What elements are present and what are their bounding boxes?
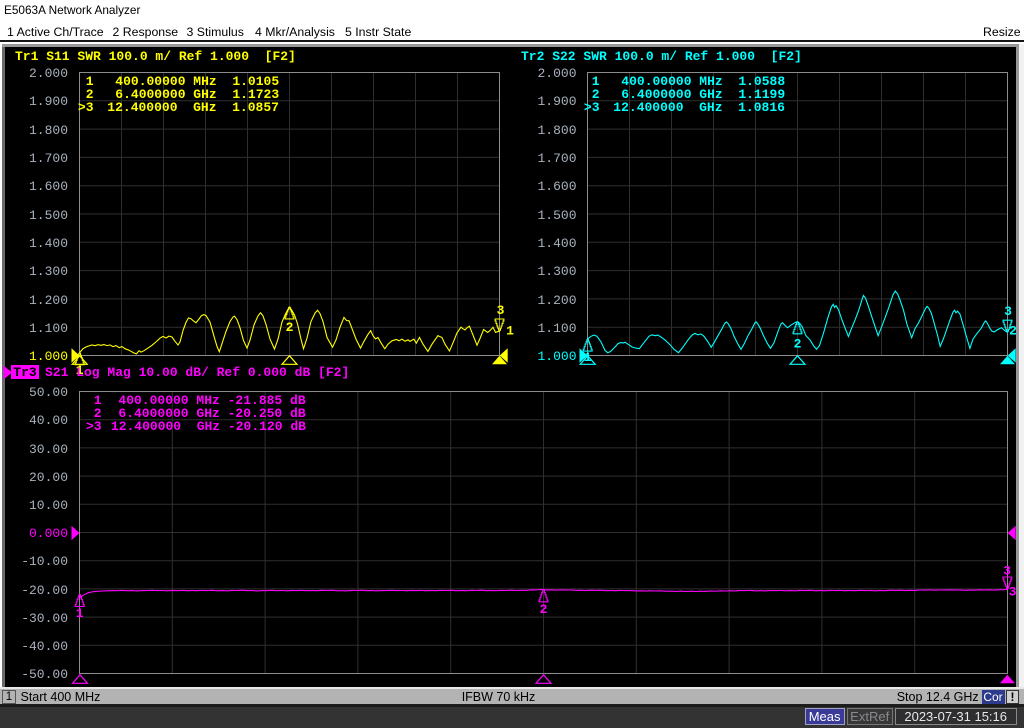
svg-text:2: 2: [794, 337, 802, 352]
svg-text:1: 1: [76, 606, 84, 621]
svg-text:1: 1: [584, 350, 592, 365]
svg-text:3: 3: [1003, 564, 1011, 579]
svg-text:2: 2: [540, 602, 548, 617]
svg-text:1: 1: [506, 324, 514, 339]
svg-text:3: 3: [1004, 304, 1012, 319]
svg-text:2: 2: [286, 320, 294, 335]
svg-text:3: 3: [1009, 585, 1017, 600]
svg-text:2: 2: [1009, 324, 1017, 339]
svg-text:3: 3: [497, 303, 505, 318]
